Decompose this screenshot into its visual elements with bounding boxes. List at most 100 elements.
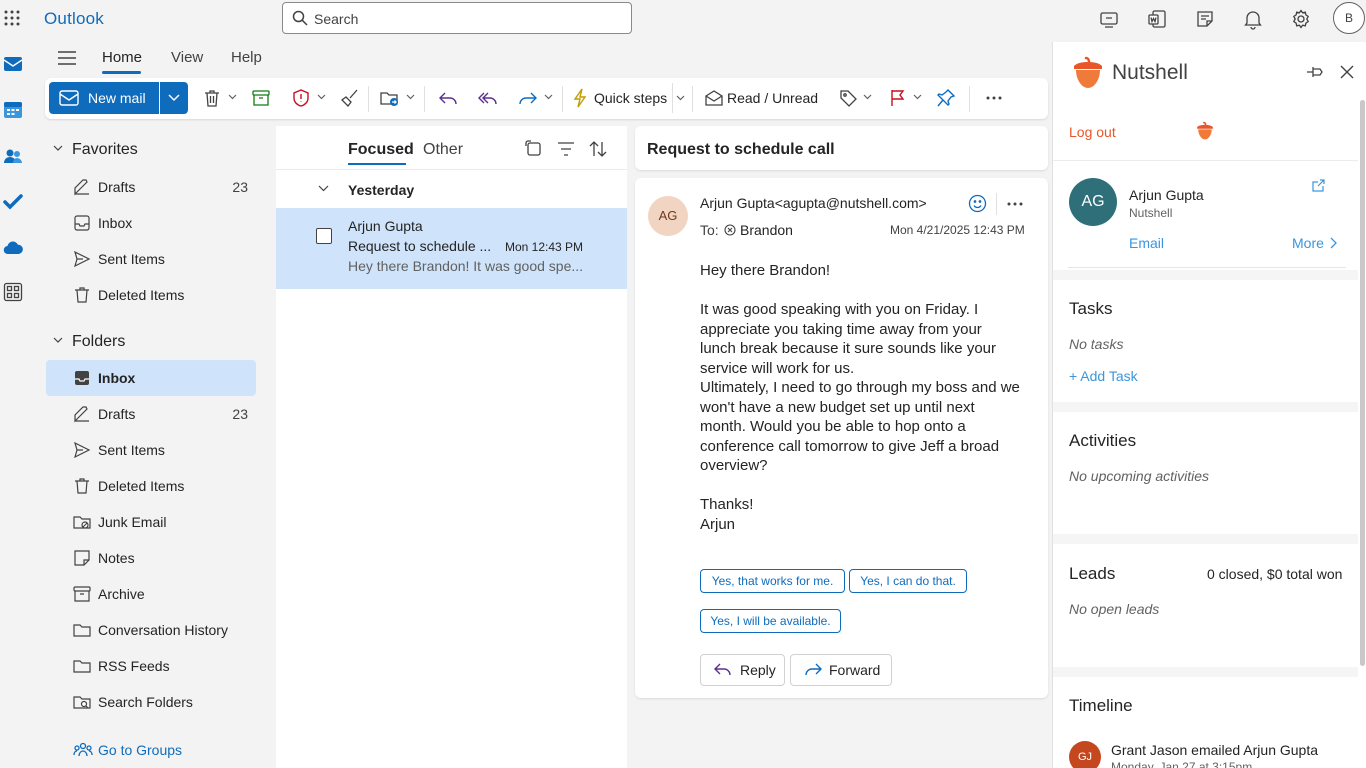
- message-row[interactable]: Arjun Gupta Request to schedule ... Mon …: [276, 208, 627, 289]
- close-icon[interactable]: [1340, 65, 1354, 79]
- user-avatar[interactable]: B: [1333, 2, 1365, 34]
- suggested-reply-3[interactable]: Yes, I will be available.: [700, 609, 841, 633]
- archive-icon[interactable]: [251, 88, 271, 108]
- tab-view[interactable]: View: [171, 49, 203, 66]
- hamburger-menu-icon[interactable]: [57, 50, 77, 66]
- select-mode-icon[interactable]: [525, 140, 543, 158]
- more-actions-icon[interactable]: [1007, 202, 1023, 206]
- emoji-icon[interactable]: [968, 194, 987, 213]
- favorites-header[interactable]: Favorites: [72, 141, 138, 159]
- forward-icon[interactable]: [518, 88, 538, 108]
- envelope-open-icon[interactable]: [704, 88, 724, 108]
- chevron-down-icon[interactable]: [863, 94, 872, 114]
- reply-icon[interactable]: [438, 88, 458, 108]
- chevron-down-icon[interactable]: [317, 94, 326, 114]
- new-mail-button[interactable]: New mail: [49, 82, 159, 114]
- sender-avatar[interactable]: AG: [648, 196, 688, 236]
- bell-icon[interactable]: [1242, 8, 1264, 30]
- fav-item-sent[interactable]: Sent Items: [46, 241, 256, 277]
- filter-icon[interactable]: [557, 141, 575, 157]
- trash-icon: [73, 286, 91, 304]
- mail-app-icon[interactable]: [3, 54, 23, 74]
- folder-item-deleted[interactable]: Deleted Items: [46, 468, 256, 504]
- tab-home[interactable]: Home: [102, 49, 142, 66]
- tag-icon[interactable]: [838, 88, 858, 108]
- suggested-reply-2[interactable]: Yes, I can do that.: [849, 569, 967, 593]
- folder-item-search-folders[interactable]: Search Folders: [46, 684, 256, 720]
- app-brand[interactable]: Outlook: [44, 9, 104, 29]
- go-to-groups-link[interactable]: Go to Groups: [98, 742, 182, 758]
- quick-steps-dropdown[interactable]: [672, 83, 688, 113]
- message-time: Mon 12:43 PM: [505, 240, 584, 254]
- folder-item-drafts[interactable]: Drafts 23: [46, 396, 256, 432]
- quick-steps-label[interactable]: Quick steps: [594, 90, 667, 106]
- fav-item-drafts[interactable]: Drafts 23: [46, 169, 256, 205]
- tab-help[interactable]: Help: [231, 49, 262, 66]
- contact-name[interactable]: Arjun Gupta: [1129, 187, 1204, 203]
- open-external-icon[interactable]: [1311, 179, 1325, 193]
- tab-other[interactable]: Other: [423, 141, 463, 159]
- chevron-down-icon[interactable]: [228, 94, 237, 114]
- folder-item-junk[interactable]: Junk Email: [46, 504, 256, 540]
- logout-link[interactable]: Log out: [1069, 124, 1116, 140]
- sort-icon[interactable]: [589, 140, 607, 158]
- chevron-down-icon[interactable]: [53, 337, 63, 344]
- reply-button[interactable]: Reply: [700, 654, 785, 686]
- flag-icon[interactable]: [888, 88, 908, 108]
- contact-email-link[interactable]: Email: [1129, 235, 1164, 251]
- folder-item-rss[interactable]: RSS Feeds: [46, 648, 256, 684]
- chevron-down-icon[interactable]: [406, 94, 415, 114]
- pin-icon[interactable]: [936, 88, 956, 108]
- chevron-down-icon[interactable]: [544, 94, 553, 114]
- timeline-event[interactable]: Grant Jason emailed Arjun Gupta: [1111, 742, 1318, 758]
- recipient-name[interactable]: Brandon: [740, 222, 793, 238]
- move-to-icon[interactable]: [379, 88, 401, 108]
- contact-avatar[interactable]: AG: [1069, 178, 1117, 226]
- reply-all-icon[interactable]: [478, 88, 498, 108]
- notes-icon[interactable]: [1194, 8, 1216, 30]
- folder-item-notes[interactable]: Notes: [46, 540, 256, 576]
- calendar-app-icon[interactable]: [3, 100, 23, 120]
- onedrive-app-icon[interactable]: [3, 238, 23, 258]
- new-mail-dropdown[interactable]: [160, 82, 188, 114]
- search-box[interactable]: Search: [282, 2, 632, 34]
- read-unread-label[interactable]: Read / Unread: [727, 90, 818, 106]
- chevron-down-icon[interactable]: [318, 185, 329, 192]
- suggested-reply-1[interactable]: Yes, that works for me.: [700, 569, 845, 593]
- tab-focused[interactable]: Focused: [348, 141, 414, 159]
- app-launcher-icon[interactable]: [3, 9, 23, 29]
- fav-item-inbox[interactable]: Inbox: [46, 205, 256, 241]
- chevron-right-icon[interactable]: [1330, 237, 1338, 249]
- folders-header[interactable]: Folders: [72, 333, 125, 351]
- contact-more-link[interactable]: More: [1292, 235, 1324, 251]
- sweep-icon[interactable]: [340, 88, 360, 108]
- chevron-down-icon[interactable]: [53, 145, 63, 152]
- people-app-icon[interactable]: [3, 146, 23, 166]
- nav-item-label: RSS Feeds: [98, 658, 170, 674]
- word-icon[interactable]: [1146, 8, 1168, 30]
- more-icon[interactable]: [986, 96, 1002, 116]
- pin-icon[interactable]: [1306, 64, 1324, 80]
- sender-address[interactable]: Arjun Gupta<agupta@nutshell.com>: [700, 195, 927, 211]
- forward-button[interactable]: Forward: [790, 654, 892, 686]
- report-icon[interactable]: [291, 88, 311, 108]
- panel-scrollbar[interactable]: [1360, 100, 1365, 666]
- more-apps-icon[interactable]: [3, 282, 23, 302]
- groups-icon[interactable]: [73, 741, 93, 759]
- gear-icon[interactable]: [1290, 8, 1312, 30]
- folder-item-archive[interactable]: Archive: [46, 576, 256, 612]
- delete-icon[interactable]: [202, 88, 222, 108]
- meet-icon[interactable]: [1098, 8, 1120, 30]
- ribbon-separator: [969, 86, 970, 112]
- folder-item-inbox[interactable]: Inbox: [46, 360, 256, 396]
- add-task-link[interactable]: + Add Task: [1069, 368, 1138, 384]
- email-signature: Arjun: [700, 515, 736, 533]
- inbox-icon: [73, 369, 91, 387]
- fav-item-deleted[interactable]: Deleted Items: [46, 277, 256, 313]
- folder-item-sent[interactable]: Sent Items: [46, 432, 256, 468]
- todo-app-icon[interactable]: [3, 192, 23, 212]
- lightning-icon[interactable]: [572, 88, 588, 108]
- message-checkbox[interactable]: [316, 228, 332, 244]
- folder-item-conversation-history[interactable]: Conversation History: [46, 612, 256, 648]
- chevron-down-icon[interactable]: [913, 94, 922, 114]
